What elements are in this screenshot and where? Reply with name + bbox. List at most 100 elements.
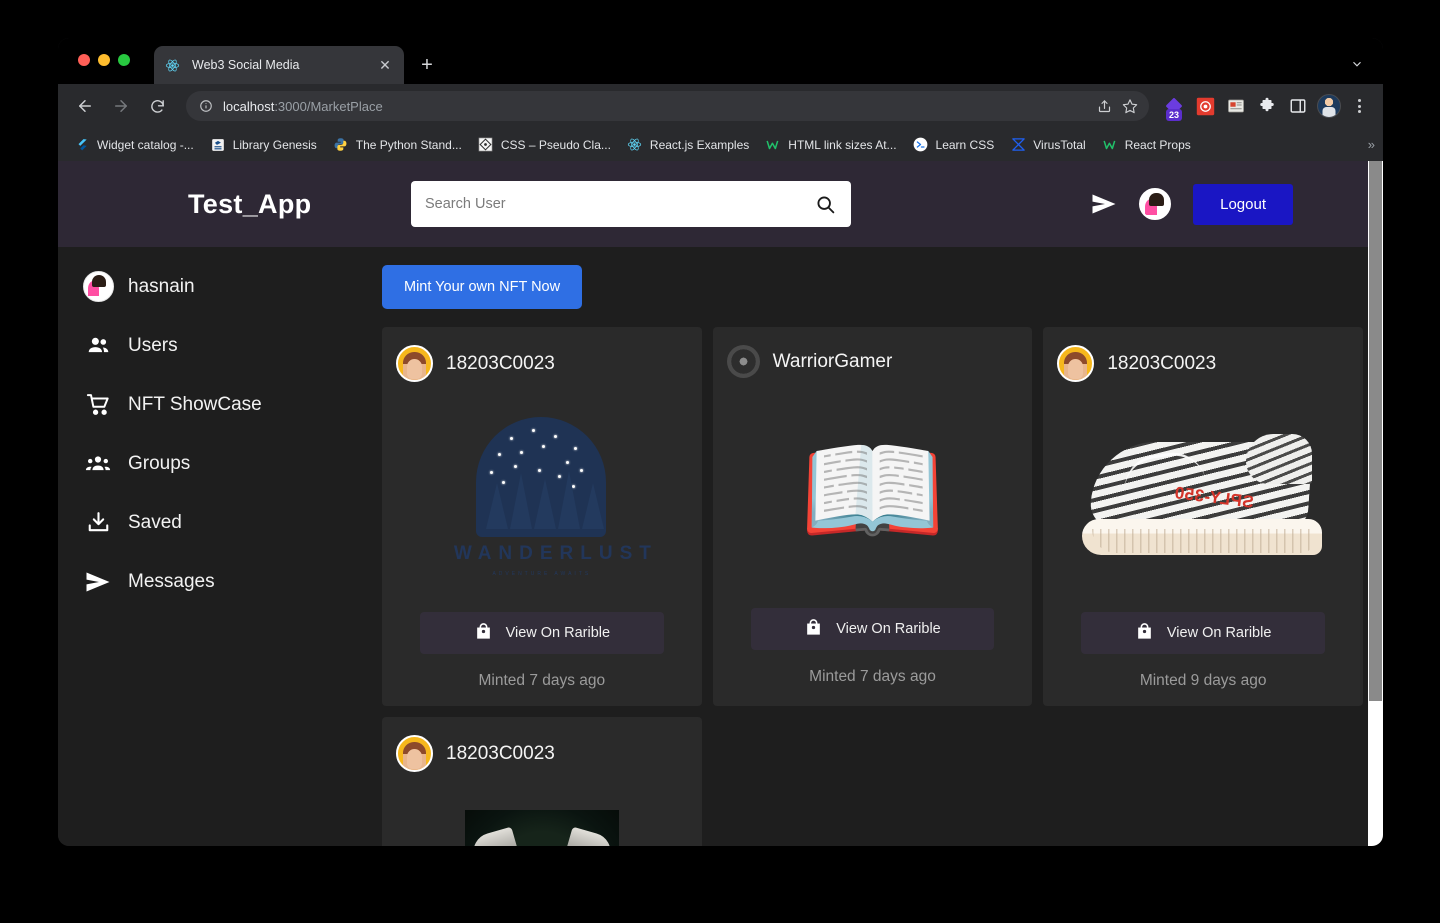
share-icon[interactable] <box>1091 93 1117 119</box>
shopping-bag-icon <box>474 622 493 645</box>
main-content: Mint Your own NFT Now 18203C0023 WANDERL… <box>368 247 1383 846</box>
nft-card[interactable]: WarriorGamer 📖 View On Rarible Minted 7 … <box>712 327 1033 706</box>
bookmark-item[interactable]: VirusTotal <box>1002 134 1093 156</box>
sidebar-item-messages[interactable]: Messages <box>58 552 368 611</box>
sidebar-item-label: Users <box>128 334 178 356</box>
nft-artwork: SPLY-350 <box>1057 388 1349 602</box>
bookmark-star-icon[interactable] <box>1117 93 1143 119</box>
extension-diamond-icon[interactable]: 23 <box>1161 93 1187 121</box>
minted-timestamp: Minted 7 days ago <box>478 672 606 689</box>
bookmark-label: HTML link sizes At... <box>788 137 897 152</box>
open-book-art: 📖 <box>799 425 946 557</box>
card-username: 18203C0023 <box>446 352 555 374</box>
card-header: WarriorGamer <box>726 345 1019 378</box>
search-input[interactable] <box>425 196 813 212</box>
people-icon <box>78 333 118 358</box>
browser-menu-icon[interactable] <box>1347 93 1371 119</box>
w3-icon <box>1102 137 1118 153</box>
avatar[interactable] <box>1057 345 1095 382</box>
card-username: 18203C0023 <box>446 742 555 764</box>
art-subtitle: ADVENTURE AWAITS <box>492 571 592 577</box>
url-host: localhost <box>223 98 275 114</box>
avatar[interactable] <box>396 345 433 382</box>
forward-button[interactable] <box>106 91 136 121</box>
bookmark-item[interactable]: HTML link sizes At... <box>757 134 904 156</box>
bookmark-item[interactable]: CSS – Pseudo Cla... <box>470 134 619 156</box>
search-icon[interactable] <box>813 192 837 216</box>
wanderlust-logo-art: WANDERLUST ADVENTURE AWAITS <box>453 409 658 581</box>
flutter-icon <box>74 137 90 153</box>
sidebar-item-label: Messages <box>128 570 215 592</box>
logout-button[interactable]: Logout <box>1193 183 1293 225</box>
avatar[interactable] <box>396 735 433 772</box>
url-text: localhost:3000/MarketPlace <box>223 99 1091 114</box>
address-bar[interactable]: localhost:3000/MarketPlace <box>186 91 1149 121</box>
send-icon <box>78 572 118 592</box>
avatar[interactable] <box>1139 188 1172 220</box>
page-title: Test_App <box>188 188 312 219</box>
back-button[interactable] <box>70 91 100 121</box>
reload-button[interactable] <box>142 91 172 121</box>
button-label: View On Rarible <box>1166 625 1272 641</box>
bookmark-item[interactable]: Library Genesis <box>202 134 325 156</box>
extension-badge: 23 <box>1166 109 1183 121</box>
bookmark-label: CSS – Pseudo Cla... <box>500 137 611 152</box>
chevron-down-icon[interactable] <box>1345 52 1369 76</box>
bookmark-item[interactable]: Learn CSS <box>905 134 1003 156</box>
bookmark-item[interactable]: The Python Stand... <box>325 134 470 156</box>
art-title: WANDERLUST <box>453 543 658 564</box>
card-username: 18203C0023 <box>1107 352 1217 374</box>
bookmark-label: Library Genesis <box>232 137 317 152</box>
tab-strip: Web3 Social Media ✕ + <box>58 38 1383 84</box>
react-icon <box>627 137 643 153</box>
bookmarks-overflow-button[interactable]: » <box>1368 137 1375 152</box>
sidebar-item-label: Saved <box>128 511 182 533</box>
browser-window: Web3 Social Media ✕ + localhost:3000/Mar… <box>58 38 1383 846</box>
nft-card[interactable]: 18203C0023 SPLY-350 View On Rarible Mint… <box>1043 327 1363 706</box>
bookmark-item[interactable]: React.js Examples <box>619 134 757 156</box>
sidebar-item-groups[interactable]: Groups <box>58 434 368 493</box>
view-on-rarible-button[interactable]: View On Rarible <box>750 608 995 650</box>
close-icon[interactable]: ✕ <box>376 56 394 74</box>
page-scrollbar[interactable] <box>1368 161 1383 846</box>
nft-card[interactable]: 18203C0023 WANDERLUST ADVENTURE AWAITS V… <box>382 327 702 706</box>
bookmark-label: Learn CSS <box>935 137 995 152</box>
nft-card[interactable]: 18203C0023 100 <box>382 717 702 846</box>
extension-red-icon[interactable] <box>1192 93 1218 119</box>
mint-nft-button[interactable]: Mint Your own NFT Now <box>382 265 583 309</box>
sidebar-item-saved[interactable]: Saved <box>58 493 368 552</box>
side-panel-icon[interactable] <box>1285 93 1311 119</box>
search-bar[interactable] <box>411 181 851 227</box>
browser-tab[interactable]: Web3 Social Media ✕ <box>154 46 404 84</box>
view-on-rarible-button[interactable]: View On Rarible <box>1081 612 1325 654</box>
bookmark-label: Widget catalog -... <box>97 137 194 152</box>
view-on-rarible-button[interactable]: View On Rarible <box>420 612 664 654</box>
sidebar-item-users[interactable]: Users <box>58 316 368 375</box>
sidebar-item-nft-showcase[interactable]: NFT ShowCase <box>58 375 368 434</box>
nft-artwork: 📖 <box>727 384 1019 598</box>
avatar[interactable] <box>726 345 760 378</box>
card-username: WarriorGamer <box>772 350 893 372</box>
header-actions: Logout <box>1091 183 1293 225</box>
close-window-button[interactable] <box>78 54 90 66</box>
sidebar-item-profile[interactable]: hasnain <box>58 257 368 316</box>
minted-timestamp: Minted 7 days ago <box>809 668 936 685</box>
browser-profile-avatar[interactable] <box>1316 93 1342 119</box>
info-icon[interactable] <box>198 98 214 114</box>
minimize-window-button[interactable] <box>98 54 110 66</box>
send-icon[interactable] <box>1091 193 1117 215</box>
bookmark-item[interactable]: Widget catalog -... <box>66 134 202 156</box>
shopping-bag-icon <box>804 618 823 641</box>
scrollbar-thumb[interactable] <box>1369 161 1382 701</box>
app-body: hasnain Users NFT ShowCase Groups Saved … <box>58 247 1383 846</box>
new-tab-button[interactable]: + <box>414 52 440 78</box>
extension-news-icon[interactable] <box>1223 93 1249 119</box>
maximize-window-button[interactable] <box>118 54 130 66</box>
extensions-puzzle-icon[interactable] <box>1254 93 1280 119</box>
bookmark-item[interactable]: React Props <box>1094 134 1199 156</box>
button-label: View On Rarible <box>505 625 611 641</box>
python-icon <box>333 137 349 153</box>
w3-icon <box>765 137 781 153</box>
library-genesis-icon <box>210 137 226 153</box>
sidebar-item-label: Groups <box>128 452 191 474</box>
